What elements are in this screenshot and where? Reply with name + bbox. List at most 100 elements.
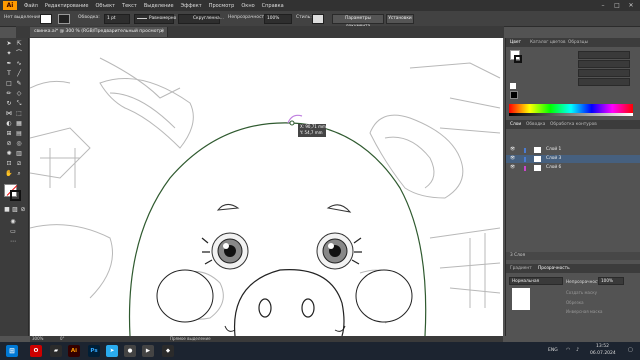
photoshop-taskbar-icon[interactable]: Ps <box>88 345 100 357</box>
menu-effect[interactable]: Эффект <box>181 3 202 9</box>
paintbrush-icon[interactable]: ✎ <box>15 80 23 88</box>
menu-select[interactable]: Выделение <box>144 3 174 9</box>
symbol-sprayer-icon[interactable]: ✺ <box>5 150 13 158</box>
tab-stroke[interactable]: Обводка <box>526 122 545 127</box>
line-tool-icon[interactable]: ╱ <box>15 70 23 78</box>
media-icon[interactable]: ▶ <box>142 345 154 357</box>
clock-date[interactable]: 06.07.2024 <box>590 351 616 356</box>
stroke-profile-select[interactable]: Равномерно <box>134 14 176 24</box>
app-icon[interactable]: ◆ <box>162 345 174 357</box>
grayscale-ramp[interactable] <box>509 113 633 116</box>
black-swatch[interactable] <box>510 91 518 99</box>
notifications-icon[interactable]: ▢ <box>628 347 633 353</box>
gradient-tool-icon[interactable]: ▤ <box>15 130 23 138</box>
visibility-eye-icon[interactable]: 👁 <box>510 165 515 170</box>
visibility-eye-icon[interactable]: 👁 <box>510 147 515 152</box>
edit-toolbar-icon[interactable]: ⋯ <box>9 238 17 246</box>
stroke-weight-field[interactable]: 1 pt <box>104 14 130 24</box>
telegram-icon[interactable]: ➤ <box>106 345 118 357</box>
perspective-grid-icon[interactable]: ▦ <box>15 120 23 128</box>
scale-tool-icon[interactable]: ⤡ <box>15 100 23 108</box>
menu-type[interactable]: Текст <box>122 3 137 9</box>
blend-mode-select[interactable]: Нормальная <box>509 277 563 285</box>
layer-row-3[interactable]: 👁 Слой 6 <box>506 164 640 172</box>
artboard-canvas[interactable]: X: 90,71 mm Y: 54,7 mm <box>30 38 503 336</box>
curvature-tool-icon[interactable]: ∿ <box>15 60 23 68</box>
blend-tool-icon[interactable]: ◎ <box>15 140 23 148</box>
visibility-eye-icon[interactable]: 👁 <box>510 156 515 161</box>
hand-tool-icon[interactable]: ✋ <box>5 170 13 178</box>
menu-view[interactable]: Просмотр <box>209 3 235 9</box>
minimize-button[interactable]: – <box>596 0 610 11</box>
width-tool-icon[interactable]: ⋈ <box>5 110 13 118</box>
file-explorer-icon[interactable]: ▰ <box>50 345 62 357</box>
illustrator-taskbar-icon[interactable]: Ai <box>68 345 80 357</box>
selection-tool-icon[interactable]: ➤ <box>5 40 13 48</box>
close-window-button[interactable]: ✕ <box>624 0 638 11</box>
tab-transparency[interactable]: Прозрачность <box>538 266 570 271</box>
shape-builder-icon[interactable]: ◐ <box>5 120 13 128</box>
anchor-point[interactable] <box>289 120 295 126</box>
mesh-tool-icon[interactable]: ⊞ <box>5 130 13 138</box>
gradient-mode-icon[interactable]: ▨ <box>11 206 19 214</box>
slice-tool-icon[interactable]: ⧄ <box>15 160 23 168</box>
lasso-icon[interactable]: ⌒ <box>15 50 23 58</box>
stroke-swatch[interactable] <box>58 14 70 24</box>
menu-window[interactable]: Окно <box>241 3 254 9</box>
opera-icon[interactable]: O <box>30 345 42 357</box>
rotation-angle[interactable]: 0° <box>60 336 65 341</box>
color-slider-2[interactable] <box>578 60 630 68</box>
tab-layers[interactable]: Слои <box>510 122 521 127</box>
color-mode-icon[interactable]: ■ <box>3 206 11 214</box>
volume-icon[interactable]: ♪ <box>576 347 579 353</box>
draw-mode-icon[interactable]: ◉ <box>9 218 17 226</box>
white-swatch[interactable] <box>510 83 516 89</box>
rotate-tool-icon[interactable]: ↻ <box>5 100 13 108</box>
maximize-button[interactable]: □ <box>610 0 624 11</box>
type-tool-icon[interactable]: T <box>5 70 13 78</box>
color-slider-3[interactable] <box>578 69 630 77</box>
windows-start-icon[interactable]: ⊞ <box>6 345 18 357</box>
style-swatch[interactable] <box>312 14 324 24</box>
screen-mode-icon[interactable]: ▭ <box>9 228 17 236</box>
close-tab-icon[interactable]: × <box>160 27 164 37</box>
make-mask-button[interactable]: Создать маску <box>566 290 597 295</box>
graph-tool-icon[interactable]: ▥ <box>15 150 23 158</box>
artboard-tool-icon[interactable]: ⊡ <box>5 160 13 168</box>
tab-gradient[interactable]: Градиент <box>510 266 532 271</box>
color-slider-4[interactable] <box>578 78 630 86</box>
tab-swatches[interactable]: Образцы <box>568 40 588 45</box>
pen-tool-icon[interactable]: ✒ <box>5 60 13 68</box>
menu-object[interactable]: Объект <box>95 3 115 9</box>
clip-checkbox[interactable]: Обрезка <box>566 300 584 305</box>
brush-select[interactable]: Скругленна... <box>178 14 224 24</box>
color-spectrum[interactable] <box>509 104 633 113</box>
tab-color-guide[interactable]: Каталог цветов <box>530 40 566 45</box>
stroke-color-icon[interactable] <box>10 190 21 201</box>
layer-row-1[interactable]: 👁 Слой 1 <box>506 146 640 154</box>
preferences-button[interactable]: Установки <box>386 14 414 24</box>
tab-color[interactable]: Цвет <box>510 40 521 45</box>
none-mode-icon[interactable]: ⊘ <box>19 206 27 214</box>
wifi-icon[interactable]: ◠ <box>566 347 570 353</box>
document-tab[interactable]: свинка.ai* @ 300 % (RGB/Предварительный … <box>30 27 168 37</box>
tab-pathfinder[interactable]: Обработка контуров <box>550 122 597 127</box>
document-settings-button[interactable]: Параметры документа <box>332 14 384 29</box>
rectangle-tool-icon[interactable]: □ <box>5 80 13 88</box>
clock-time[interactable]: 13:52 <box>596 344 609 349</box>
panel-stroke-swatch[interactable] <box>514 55 522 63</box>
invert-mask-checkbox[interactable]: Инверсная маска <box>566 309 602 314</box>
zoom-tool-icon[interactable]: ⌕ <box>15 170 23 178</box>
transparency-opacity-field[interactable]: 100% <box>598 277 624 285</box>
pencil-tool-icon[interactable]: ✏ <box>5 90 13 98</box>
language-indicator[interactable]: ENG <box>548 348 558 353</box>
menu-file[interactable]: Файл <box>24 3 38 9</box>
color-slider-1[interactable] <box>578 51 630 59</box>
eraser-tool-icon[interactable]: ◇ <box>15 90 23 98</box>
zoom-level[interactable]: 300% <box>32 336 43 341</box>
free-transform-icon[interactable]: ⬚ <box>15 110 23 118</box>
recorder-icon[interactable]: ● <box>124 345 136 357</box>
magic-wand-icon[interactable]: ✦ <box>5 50 13 58</box>
menu-edit[interactable]: Редактирование <box>45 3 89 9</box>
direct-selection-tool-icon[interactable]: ⇱ <box>15 40 23 48</box>
